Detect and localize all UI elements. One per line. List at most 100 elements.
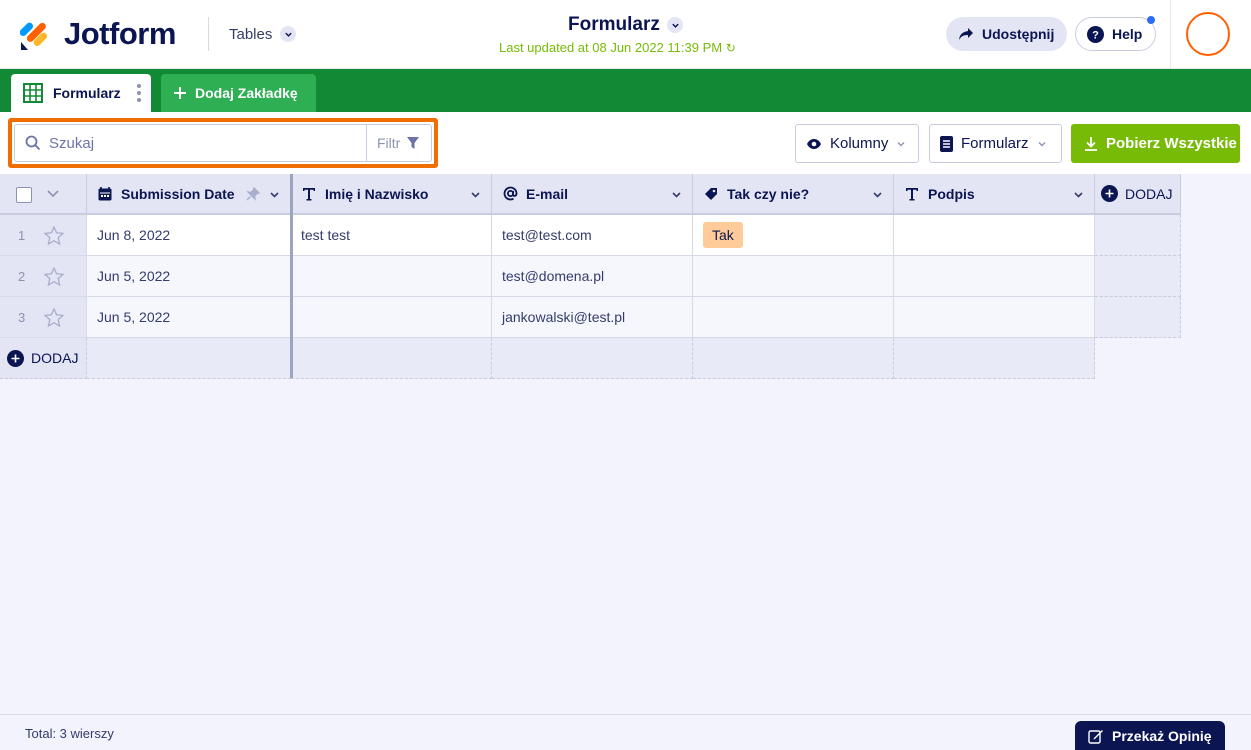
cell-email[interactable]: test@test.com [492,215,693,256]
cell-yes-no[interactable] [693,297,894,338]
chevron-down-icon[interactable] [872,189,883,200]
brand-name[interactable]: Jotform [64,16,176,52]
star-icon[interactable] [44,267,64,286]
chevron-down-icon[interactable] [1073,189,1084,200]
row-number-cell: 2 [0,256,87,297]
tag-icon [703,186,719,202]
cell-email[interactable]: test@domena.pl [492,256,693,297]
text-icon [904,186,920,202]
form-document-icon [940,135,953,152]
refresh-icon[interactable]: ↻ [726,41,736,55]
column-header-email[interactable]: E-mail [492,174,693,215]
add-row-cell [693,338,894,379]
at-icon [502,186,518,202]
eye-icon [807,138,821,149]
star-icon[interactable] [44,226,64,245]
app-switcher-label[interactable]: Tables [229,26,272,43]
avatar[interactable] [1186,12,1230,56]
cell-empty-extra [1095,256,1181,297]
column-header-yes-no[interactable]: Tak czy nie? [693,174,894,215]
add-column-button[interactable]: DODAJ [1095,174,1181,215]
tab-options-icon[interactable] [137,84,141,102]
pin-icon[interactable] [246,187,260,201]
pinned-column-divider[interactable] [290,174,293,378]
share-arrow-icon [959,28,973,40]
chevron-down-icon[interactable] [671,189,682,200]
search-icon [25,135,41,151]
cell-empty-extra [1095,297,1181,338]
cell-name[interactable] [291,256,492,297]
add-row-cell [291,338,492,379]
share-button[interactable]: Udostępnij [946,17,1067,51]
cell-name[interactable] [291,297,492,338]
filter-button[interactable]: Filtr [366,125,432,161]
add-row-button[interactable]: DODAJ [0,338,87,379]
row-number: 3 [18,310,26,325]
choice-tag: Tak [703,222,743,248]
cell-name[interactable]: test test [291,215,492,256]
chevron-down-icon[interactable] [470,189,481,200]
row-number: 2 [18,269,26,284]
cell-signature[interactable] [894,297,1095,338]
last-updated-text: Last updated at 08 Jun 2022 11:39 PM ↻ [499,40,736,55]
chevron-down-icon [1038,141,1046,146]
chevron-down-icon [897,141,905,146]
plus-circle-icon [1101,185,1118,202]
row-number-cell: 3 [0,297,87,338]
table-grid-icon [23,83,43,103]
cell-yes-no[interactable]: Tak [693,215,894,256]
download-icon [1085,137,1097,151]
cell-email[interactable]: jankowalski@test.pl [492,297,693,338]
cell-submission-date[interactable]: Jun 5, 2022 [87,297,291,338]
chevron-down-icon[interactable] [269,189,280,200]
row-number: 1 [18,228,26,243]
tab-bar: Formularz Dodaj Zakładkę [0,69,1251,112]
chevron-down-icon[interactable] [46,188,60,200]
column-header-signature[interactable]: Podpis [894,174,1095,215]
text-icon [301,186,317,202]
cell-empty-extra [1095,215,1181,256]
tab-label: Formularz [53,85,121,101]
search-input[interactable] [49,131,359,155]
cell-submission-date[interactable]: Jun 5, 2022 [87,256,291,297]
cell-signature[interactable] [894,256,1095,297]
columns-button[interactable]: Kolumny [795,124,919,163]
cell-yes-no[interactable] [693,256,894,297]
plus-icon [174,87,186,99]
add-row-cell [894,338,1095,379]
column-header-name[interactable]: Imię i Nazwisko [291,174,492,215]
form-button[interactable]: Formularz [929,124,1062,163]
header-divider [208,17,209,51]
add-row-cell [87,338,291,379]
add-row-cell [492,338,693,379]
app-header: Jotform Tables Formularz Last updated at… [0,0,1251,69]
notification-dot [1147,16,1155,24]
help-icon: ? [1087,25,1104,43]
select-all-header [0,174,87,215]
chevron-down-icon[interactable] [280,26,296,42]
footer-bar: Total: 3 wierszy Przekaż Opinię [0,714,1251,750]
page-title[interactable]: Formularz [568,14,660,36]
calendar-icon [97,186,113,202]
star-icon[interactable] [44,308,64,327]
tab-formularz[interactable]: Formularz [11,74,151,112]
help-button[interactable]: ? Help [1075,17,1156,51]
cell-signature[interactable] [894,215,1095,256]
filter-funnel-icon [407,137,420,149]
row-count: Total: 3 wierszy [25,726,114,741]
add-tab-button[interactable]: Dodaj Zakładkę [161,74,316,112]
toolbar: Filtr Kolumny Formularz Pobierz Wszystki… [0,112,1251,174]
svg-text:?: ? [1092,29,1099,41]
plus-circle-icon [7,349,24,367]
jotform-logo-icon[interactable] [20,17,50,51]
header-divider-right [1170,0,1171,69]
cell-submission-date[interactable]: Jun 8, 2022 [87,215,291,256]
download-all-button[interactable]: Pobierz Wszystkie [1071,124,1240,163]
column-header-submission-date[interactable]: Submission Date [87,174,291,215]
feedback-edit-icon [1088,730,1103,744]
search-box[interactable]: Filtr [14,124,432,162]
row-number-cell: 1 [0,215,87,256]
feedback-button[interactable]: Przekaż Opinię [1075,721,1225,750]
title-chevron-down-icon[interactable] [667,17,683,33]
select-all-checkbox[interactable] [16,187,32,203]
